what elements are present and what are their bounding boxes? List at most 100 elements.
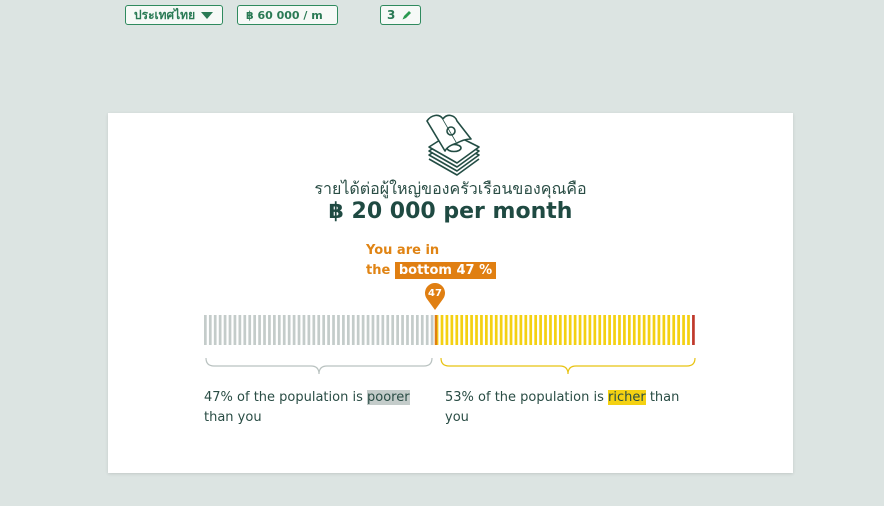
population-stripe [672,315,676,345]
population-stripe [415,315,419,345]
population-stripe [593,315,597,345]
population-stripe [307,315,311,345]
poorer-prefix: 47% of the population is [204,390,363,405]
population-stripe [657,315,661,345]
population-stripe [268,315,271,345]
population-stripe [554,315,557,345]
population-stripe [371,315,375,345]
population-stripe [637,315,641,345]
pencil-icon [402,11,412,20]
population-stripe [647,315,651,345]
population-stripe [346,315,350,345]
population-stripe [455,315,459,345]
population-stripe [632,315,636,345]
population-stripe [667,315,671,345]
population-stripe [499,315,503,345]
population-stripe [332,315,335,345]
population-stripe [465,315,468,345]
rank-badge: bottom 47 % [394,262,497,279]
chevron-down-icon [201,11,214,19]
population-stripe [401,315,404,345]
population-stripe [218,315,222,345]
population-stripe [248,315,252,345]
population-distribution-bar [204,315,695,345]
population-stripe [603,315,607,345]
population-stripe [642,315,646,345]
population-stripe [519,315,523,345]
population-stripe [588,315,592,345]
population-stripe [208,315,212,345]
population-stripe [228,315,232,345]
population-stripe [549,315,552,345]
population-stripe [292,315,296,345]
population-stripe [534,315,538,345]
population-stripe [563,315,567,345]
income-label: ฿ 60 000 / m [246,8,323,22]
population-stripe [204,315,207,345]
money-stack-icon [426,114,480,176]
population-stripe [263,315,266,345]
richer-caption: 53% of the population is richer than you [445,388,705,428]
population-stripe [342,315,345,345]
population-stripe [618,315,621,345]
population-stripe [322,315,326,345]
population-stripe [440,315,444,345]
population-stripe [450,315,454,345]
population-stripe [317,315,321,345]
population-stripe [302,315,306,345]
percentile-marker [434,315,438,345]
poorer-brace [205,357,433,375]
rank-callout: You are in the bottom 47 % [366,241,497,281]
population-stripe [366,315,370,345]
income-edit-button[interactable]: ฿ 60 000 / m [237,5,338,25]
population-stripe [568,315,572,345]
population-stripe [475,315,478,345]
population-stripe [598,315,602,345]
population-stripe [420,315,424,345]
population-stripe [386,315,390,345]
population-stripe [445,315,449,345]
population-stripe [682,315,685,345]
population-stripe [489,315,493,345]
population-stripe [253,315,257,345]
population-stripe [608,315,611,345]
population-stripe [356,315,360,345]
population-stripe [529,315,533,345]
population-stripe [662,315,666,345]
household-size-label: 3 [387,8,396,22]
result-card: รายได้ต่อผู้ใหญ่ของครัวเรือนของคุณคือ ฿ … [108,113,793,473]
population-stripe [376,315,380,345]
population-stripe [627,315,631,345]
rank-line-2: the bottom 47 % [366,261,497,281]
population-stripe [396,315,399,345]
population-stripe [623,315,626,345]
population-stripe [351,315,355,345]
household-size-edit-button[interactable]: 3 [380,5,421,25]
population-stripe [327,315,330,345]
population-stripe [544,315,547,345]
population-stripe [494,315,498,345]
population-stripe [558,315,562,345]
richer-word: richer [608,390,646,405]
population-stripe [282,315,286,345]
population-stripe [411,315,414,345]
population-stripe [687,315,690,345]
poorer-word: poorer [367,390,410,405]
population-stripe [277,315,281,345]
population-stripe [287,315,291,345]
country-select[interactable]: ประเทศไทย [125,5,223,25]
population-stripe [391,315,395,345]
population-stripe [470,315,473,345]
percentile-pin: 47 [425,283,445,310]
population-stripe [243,315,247,345]
population-stripe [573,315,577,345]
population-stripe [312,315,316,345]
population-stripe [578,315,582,345]
population-stripe [223,315,227,345]
population-stripe [430,315,434,345]
population-stripe [504,315,508,345]
population-stripe [238,315,242,345]
population-stripe [524,315,528,345]
population-stripe [337,315,340,345]
population-stripe [233,315,237,345]
